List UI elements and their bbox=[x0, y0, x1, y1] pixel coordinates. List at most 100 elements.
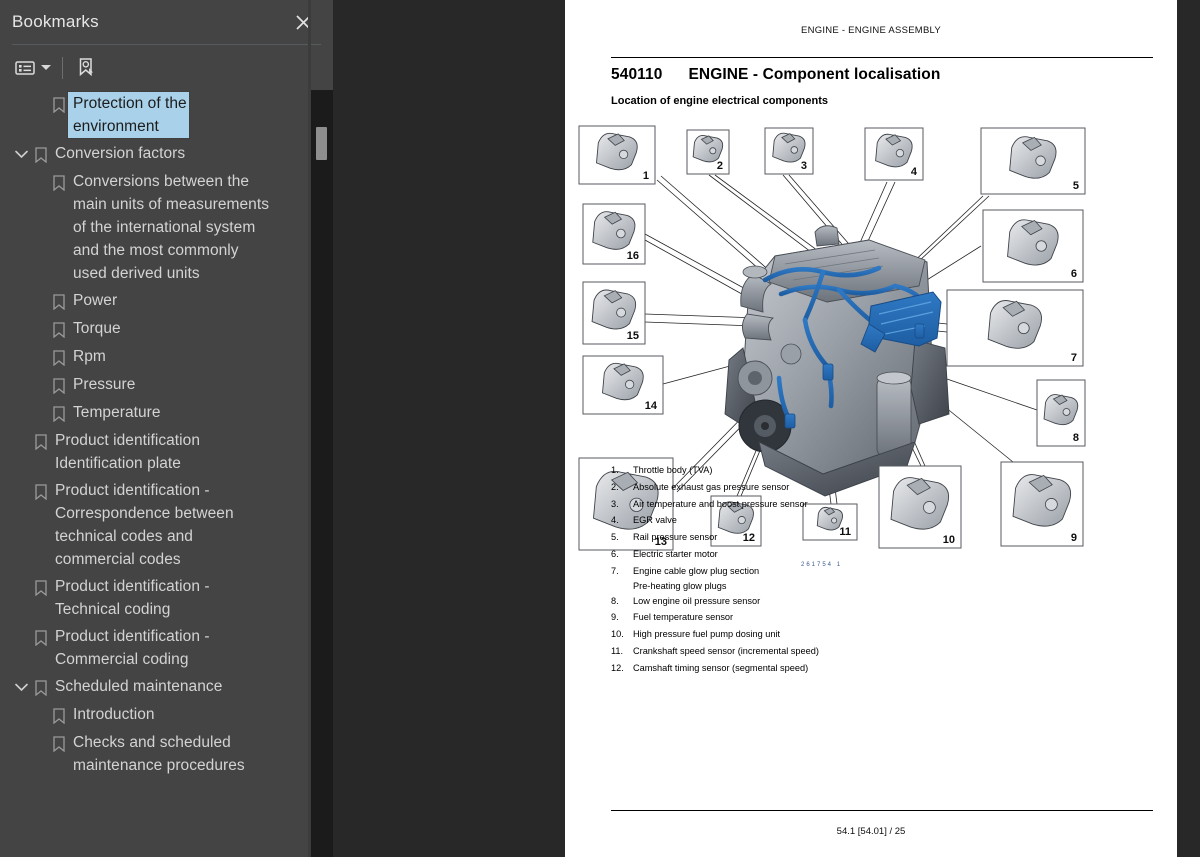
pdf-viewer-app: Bookmarks Protection of the environment … bbox=[0, 0, 1200, 857]
legend-text: Engine cable glow plug section bbox=[633, 565, 760, 576]
bookmark-item[interactable]: Conversions between the main units of me… bbox=[0, 168, 313, 287]
chevron-down-icon[interactable] bbox=[41, 65, 51, 70]
legend-row: 10. High pressure fuel pump dosing unit bbox=[611, 626, 1081, 643]
page-title: 540110 ENGINE - Component localisation bbox=[611, 66, 940, 84]
legend-number: 1. bbox=[611, 465, 619, 475]
header-rule bbox=[611, 57, 1153, 59]
bookmark-icon bbox=[32, 144, 50, 166]
bookmark-icon bbox=[50, 94, 68, 116]
bookmark-item[interactable]: Introduction bbox=[0, 701, 313, 729]
legend-row: 11. Crankshaft speed sensor (incremental … bbox=[611, 643, 1081, 660]
bookmark-label: Product identification - Technical codin… bbox=[55, 578, 210, 618]
callout-number: 4 bbox=[911, 166, 918, 178]
legend-number: 10. bbox=[611, 629, 624, 640]
bookmark-label: Product identification - Correspondence … bbox=[55, 482, 234, 568]
sidebar-title: Bookmarks bbox=[12, 12, 99, 31]
bookmark-item[interactable]: Scheduled maintenance bbox=[0, 673, 313, 701]
legend-number: 11. bbox=[611, 645, 624, 656]
figure-callout: 1 bbox=[578, 125, 656, 185]
legend-text: Electric starter motor bbox=[633, 548, 718, 559]
section-code: 540110 bbox=[611, 66, 663, 83]
legend-number: 6. bbox=[611, 548, 619, 559]
bookmark-tree-container: Protection of the environment Conversion … bbox=[0, 90, 333, 857]
bookmark-label: Power bbox=[73, 292, 118, 309]
bookmark-icon bbox=[32, 677, 50, 699]
legend-row: 6. Electric starter motor bbox=[611, 546, 1081, 563]
page-subtitle: Location of engine electrical components bbox=[611, 95, 828, 107]
page-footer: 54.1 [54.01] / 25 bbox=[836, 826, 906, 837]
bookmark-item[interactable]: Protection of the environment bbox=[0, 90, 313, 140]
bookmark-icon bbox=[50, 733, 68, 755]
close-icon[interactable] bbox=[291, 10, 315, 34]
footer-rule bbox=[611, 810, 1153, 811]
sidebar-scrollbar-edge bbox=[308, 0, 311, 857]
bookmark-icon bbox=[50, 347, 68, 369]
legend-number: 7. bbox=[611, 565, 619, 576]
bookmark-item[interactable]: Product identification Identification pl… bbox=[0, 427, 313, 477]
callout-number: 8 bbox=[1073, 432, 1079, 444]
bookmark-label: Checks and scheduled maintenance procedu… bbox=[73, 734, 245, 774]
legend-row: 2. Absolute exhaust gas pressure sensor bbox=[611, 479, 1081, 496]
bookmark-item[interactable]: Product identification - Technical codin… bbox=[0, 573, 313, 623]
callout-number: 6 bbox=[1071, 268, 1077, 280]
legend-row: 8. Low engine oil pressure sensor bbox=[611, 593, 1081, 610]
bookmark-icon bbox=[50, 319, 68, 341]
bookmark-icon bbox=[50, 705, 68, 727]
bookmark-item[interactable]: Product identification - Correspondence … bbox=[0, 477, 313, 573]
bookmarks-sidebar: Bookmarks Protection of the environment … bbox=[0, 0, 333, 857]
legend-row: 4. EGR valve bbox=[611, 512, 1081, 529]
legend-text: Rail pressure sensor bbox=[633, 532, 718, 543]
bookmark-icon bbox=[50, 291, 68, 313]
pdf-page: ENGINE - ENGINE ASSEMBLY 540110 ENGINE - … bbox=[565, 0, 1177, 857]
bookmark-item[interactable]: Checks and scheduled maintenance procedu… bbox=[0, 729, 313, 779]
legend-row: 12. Camshaft timing sensor (segmental spe… bbox=[611, 660, 1081, 677]
chevron-down-icon[interactable] bbox=[10, 676, 32, 698]
legend-row: 7. Engine cable glow plug section bbox=[611, 563, 1081, 580]
legend-number: 3. bbox=[611, 498, 619, 509]
bookmark-item[interactable]: Torque bbox=[0, 315, 313, 343]
component-legend: 1. Throttle body (TVA) 2. Absolute exhaust … bbox=[611, 462, 1081, 677]
list-options-icon[interactable] bbox=[12, 53, 54, 83]
figure-callout: 4 bbox=[864, 127, 924, 181]
bookmark-item[interactable]: Rpm bbox=[0, 343, 313, 371]
figure-callout: 14 bbox=[582, 355, 664, 415]
bookmark-icon bbox=[50, 172, 68, 194]
callout-number: 1 bbox=[643, 170, 649, 182]
bookmark-item[interactable]: Pressure bbox=[0, 371, 313, 399]
legend-subtext: Pre-heating glow plugs bbox=[633, 580, 727, 591]
bookmark-item[interactable]: Temperature bbox=[0, 399, 313, 427]
sidebar-scrollbar-thumb[interactable] bbox=[316, 127, 327, 160]
chevron-down-icon[interactable] bbox=[10, 143, 32, 165]
legend-text: Camshaft timing sensor (segmental speed) bbox=[633, 662, 809, 673]
figure-callout: 16 bbox=[582, 203, 646, 265]
bookmark-label: Rpm bbox=[73, 348, 106, 365]
legend-row: 9. Fuel temperature sensor bbox=[611, 609, 1081, 626]
bookmark-settings-icon[interactable] bbox=[73, 53, 101, 83]
document-viewer[interactable]: ENGINE - ENGINE ASSEMBLY 540110 ENGINE - … bbox=[333, 0, 1200, 857]
callout-number: 3 bbox=[801, 160, 807, 172]
bookmark-label: Introduction bbox=[73, 706, 155, 723]
bookmark-label: Conversions between the main units of me… bbox=[73, 173, 269, 282]
callout-number: 2 bbox=[717, 160, 723, 172]
figure-callout: 3 bbox=[764, 127, 814, 175]
callout-number: 16 bbox=[627, 250, 639, 262]
legend-row: 5. Rail pressure sensor bbox=[611, 529, 1081, 546]
legend-text: Absolute exhaust gas pressure sensor bbox=[633, 481, 790, 492]
bookmark-item[interactable]: Conversion factors bbox=[0, 140, 313, 168]
sidebar-toolbar bbox=[0, 45, 333, 120]
bookmark-item[interactable]: Power bbox=[0, 287, 313, 315]
legend-number: 8. bbox=[611, 595, 619, 606]
bookmark-label: Torque bbox=[73, 320, 121, 337]
legend-number: 2. bbox=[611, 481, 619, 492]
bookmark-tree: Protection of the environment Conversion … bbox=[0, 90, 313, 779]
callout-number: 5 bbox=[1073, 180, 1079, 192]
bookmark-label: Protection of the environment bbox=[67, 91, 190, 139]
legend-number: 9. bbox=[611, 612, 619, 623]
legend-text: Throttle body (TVA) bbox=[633, 465, 713, 475]
sidebar-scrollbar[interactable] bbox=[311, 90, 333, 857]
bookmark-label: Product identification - Commercial codi… bbox=[55, 628, 210, 668]
figure-callout: 8 bbox=[1036, 379, 1086, 447]
callout-number: 14 bbox=[645, 400, 658, 412]
legend-row: 1. Throttle body (TVA) bbox=[611, 462, 1081, 479]
bookmark-item[interactable]: Product identification - Commercial codi… bbox=[0, 623, 313, 673]
